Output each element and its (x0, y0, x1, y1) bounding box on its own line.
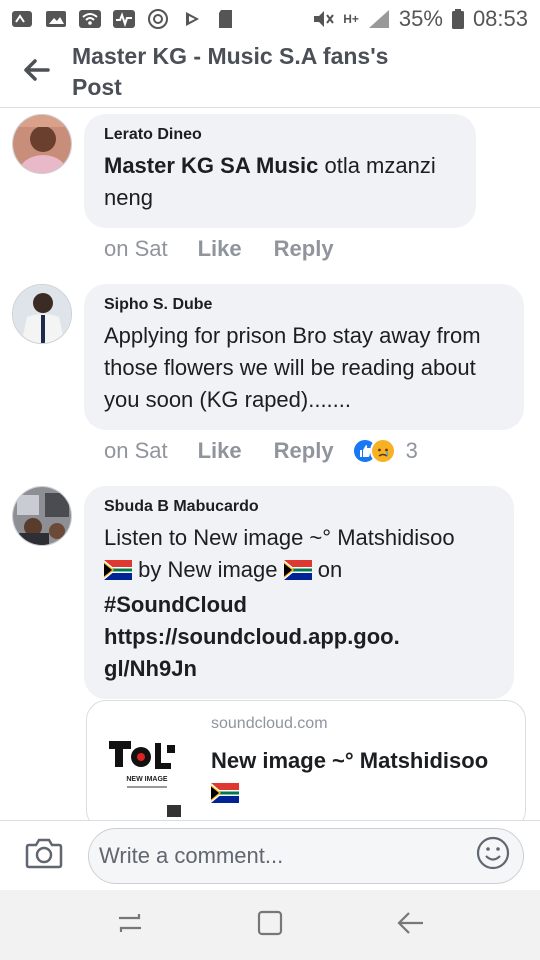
recent-apps-icon (115, 910, 145, 941)
system-icons: H+ 35% 08:53 (311, 6, 528, 32)
battery-icon (451, 8, 465, 30)
url-link[interactable]: https://soundcloud.app.goo. gl/Nh9Jn (104, 624, 400, 681)
signal-icon (367, 8, 391, 30)
post-header: Master KG - Music S.A fans's Post (0, 38, 540, 108)
mention-link[interactable]: Master KG SA Music (104, 153, 318, 178)
comment-time: on Sat (104, 438, 168, 463)
link-title: New image ~° Matshidisoo (211, 745, 511, 812)
comment-text: Listen to New image ~° Matshidisoo by Ne… (104, 522, 494, 685)
avatar[interactable] (12, 114, 72, 174)
comment-meta: on Sat Like Reply 3 (104, 438, 418, 464)
page-title: Master KG - Music S.A fans's Post (72, 43, 389, 100)
link-domain: soundcloud.com (211, 715, 328, 732)
link-preview-card[interactable]: NEW IMAGE soundcloud.com New image ~° Ma… (86, 700, 526, 820)
camera-button[interactable] (0, 837, 88, 874)
play-icon (180, 8, 204, 30)
reply-button[interactable]: Reply (274, 236, 334, 262)
hashtag-link[interactable]: #SoundCloud (104, 592, 247, 617)
emoji-button[interactable] (473, 836, 513, 876)
back-icon (395, 911, 425, 940)
back-button[interactable] (0, 42, 72, 102)
recent-apps-button[interactable] (100, 895, 160, 955)
comment-bubble[interactable]: Sipho S. Dube Applying for prison Bro st… (84, 284, 524, 430)
smiley-icon (476, 836, 510, 875)
comment-text: Master KG SA Music otla mzanzi neng (104, 150, 456, 214)
comment-composer (0, 820, 540, 890)
comment-author[interactable]: Sbuda B Mabucardo (104, 498, 494, 516)
like-button[interactable]: Like (198, 438, 242, 464)
south-africa-flag-icon (283, 557, 312, 589)
comment-item: Lerato Dineo Master KG SA Music otla mza… (12, 114, 532, 274)
comment-bubble[interactable]: Sbuda B Mabucardo Listen to New image ~°… (84, 486, 514, 699)
comment-bubble[interactable]: Lerato Dineo Master KG SA Music otla mza… (84, 114, 476, 228)
sim-icon (10, 8, 34, 30)
status-bar: H+ 35% 08:53 (0, 0, 540, 38)
clock: 08:53 (472, 6, 528, 31)
comment-meta: on Sat Like Reply (104, 236, 366, 262)
network-type: H+ (343, 12, 359, 26)
comment-input-container (88, 827, 524, 884)
comment-body: by New image (132, 557, 284, 582)
comment-author[interactable]: Sipho S. Dube (104, 296, 504, 314)
notification-icons (10, 8, 238, 30)
link-preview-thumbnail: NEW IMAGE (97, 719, 197, 819)
url-line: https://soundcloud.app.goo. (104, 624, 400, 649)
activity-icon (112, 8, 136, 30)
reaction-summary[interactable]: 3 (351, 438, 418, 464)
sd-card-icon (214, 8, 238, 30)
mute-icon (311, 8, 335, 30)
link-title-text: New image ~° Matshidisoo (211, 748, 489, 773)
reply-button[interactable]: Reply (274, 438, 334, 464)
comment-body: on (311, 557, 343, 582)
south-africa-flag-icon (211, 780, 239, 812)
home-button[interactable] (240, 895, 300, 955)
comment-body: Listen to New image ~° Matshidisoo (104, 525, 455, 550)
reaction-count: 3 (405, 438, 418, 463)
like-button[interactable]: Like (198, 236, 242, 262)
comment-time: on Sat (104, 236, 168, 261)
comment-item: Sipho S. Dube Applying for prison Bro st… (12, 284, 532, 474)
avatar[interactable] (12, 486, 72, 546)
wifi-icon (78, 8, 102, 30)
image-icon (44, 8, 68, 30)
comment-author[interactable]: Lerato Dineo (104, 126, 456, 144)
thumb-caption: NEW IMAGE (126, 776, 168, 783)
system-nav-bar (0, 890, 540, 960)
back-nav-button[interactable] (380, 895, 440, 955)
camera-icon (25, 837, 63, 874)
comments-list: Lerato Dineo Master KG SA Music otla mza… (0, 108, 540, 820)
avatar[interactable] (12, 284, 72, 344)
camera-circle-icon (146, 8, 170, 30)
battery-percent: 35% (398, 6, 443, 31)
comment-text: Applying for prison Bro stay away from t… (104, 323, 481, 412)
arrow-left-icon (22, 58, 50, 87)
home-icon (256, 909, 284, 942)
comment-input[interactable] (99, 842, 473, 869)
url-line: gl/Nh9Jn (104, 656, 197, 681)
south-africa-flag-icon (104, 557, 132, 589)
sad-reaction-icon (369, 438, 396, 464)
